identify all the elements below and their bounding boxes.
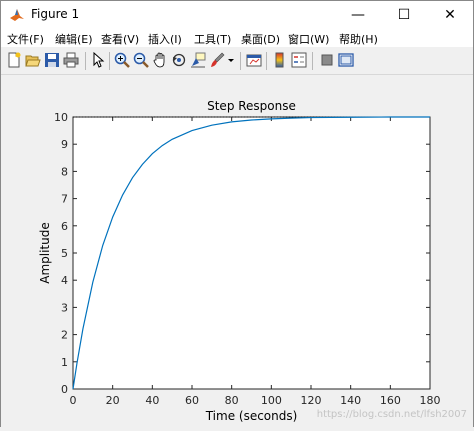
data-cursor-icon[interactable] [190,52,206,68]
close-button[interactable]: ✕ [427,1,473,29]
y-tick-label: 9 [61,138,68,151]
y-tick-label: 6 [61,220,68,233]
maximize-icon: ☐ [397,7,411,23]
toolbar-separator [85,52,86,70]
brush-icon[interactable] [209,52,225,68]
select-arrow-icon[interactable] [90,52,106,68]
watermark-text: https://blog.csdn.net/lfsh2007 [317,409,467,420]
y-tick-label: 2 [61,329,68,342]
x-tick-label: 80 [225,394,239,407]
chart-title: Step Response [207,99,296,113]
x-tick-label: 20 [106,394,120,407]
pan-hand-icon[interactable] [152,52,168,68]
zoom-out-icon[interactable] [133,52,149,68]
x-tick-label: 40 [145,394,159,407]
x-tick-label: 0 [70,394,77,407]
x-tick-label: 120 [301,394,322,407]
brush-dropdown-icon[interactable] [227,52,235,68]
maximize-button[interactable]: ☐ [381,1,427,29]
new-figure-icon[interactable] [6,52,22,68]
y-tick-label: 10 [54,111,68,124]
y-tick-label: 5 [61,247,68,260]
menu-bar: 文件(F) 编辑(E) 查看(V) 插入(I) 工具(T) 桌面(D) 窗口(W… [1,29,473,47]
title-bar[interactable]: Figure 1 — ☐ ✕ [1,1,473,29]
menu-window[interactable]: 窗口(W) [288,31,329,47]
x-tick-label: 60 [185,394,199,407]
toolbar-separator [266,52,267,70]
rotate-3d-icon[interactable] [171,52,187,68]
step-response-plot[interactable]: 0 20 40 60 80 100 120 140 160 180 0 1 2 3 4 5 6 7 8 9 10 Ste… [1,75,473,427]
minimize-button[interactable]: — [335,1,381,29]
y-tick-label: 0 [61,383,68,396]
x-tick-label: 180 [420,394,441,407]
figure-canvas[interactable]: 0 20 40 60 80 100 120 140 160 180 0 1 2 3 4 5 6 7 8 9 10 Ste… [1,75,473,427]
toolbar-separator [312,52,313,70]
hide-plot-tools-icon[interactable] [319,52,335,68]
print-icon[interactable] [63,52,79,68]
open-file-icon[interactable] [25,52,41,68]
window-title: Figure 1 [31,7,80,21]
zoom-in-icon[interactable] [114,52,130,68]
y-tick-label: 1 [61,356,68,369]
link-plot-icon[interactable] [246,52,262,68]
y-tick-label: 7 [61,193,68,206]
x-tick-label: 100 [261,394,282,407]
toolbar-separator [240,52,241,70]
menu-insert[interactable]: 插入(I) [148,31,182,47]
x-axis-label: Time (seconds) [205,409,298,423]
show-plot-tools-icon[interactable] [338,52,354,68]
menu-tools[interactable]: 工具(T) [194,31,231,47]
x-tick-label: 160 [380,394,401,407]
legend-icon[interactable] [291,52,307,68]
menu-edit[interactable]: 编辑(E) [55,31,93,47]
save-icon[interactable] [44,52,60,68]
y-tick-label: 3 [61,301,68,314]
y-axis-label: Amplitude [38,222,52,284]
figure-window: Figure 1 — ☐ ✕ 文件(F) 编辑(E) 查看(V) 插入(I) 工… [0,0,474,427]
figure-toolbar [1,47,473,75]
menu-view[interactable]: 查看(V) [101,31,139,47]
menu-desktop[interactable]: 桌面(D) [241,31,280,47]
toolbar-separator [109,52,110,70]
x-tick-label: 140 [340,394,361,407]
y-tick-label: 8 [61,165,68,178]
y-tick-label: 4 [61,274,68,287]
menu-file[interactable]: 文件(F) [7,31,44,47]
minimize-icon: — [351,7,365,23]
axes-background [72,116,431,390]
close-icon: ✕ [444,7,456,23]
matlab-logo-icon [10,9,24,21]
menu-help[interactable]: 帮助(H) [339,31,378,47]
colorbar-icon[interactable] [272,52,288,68]
